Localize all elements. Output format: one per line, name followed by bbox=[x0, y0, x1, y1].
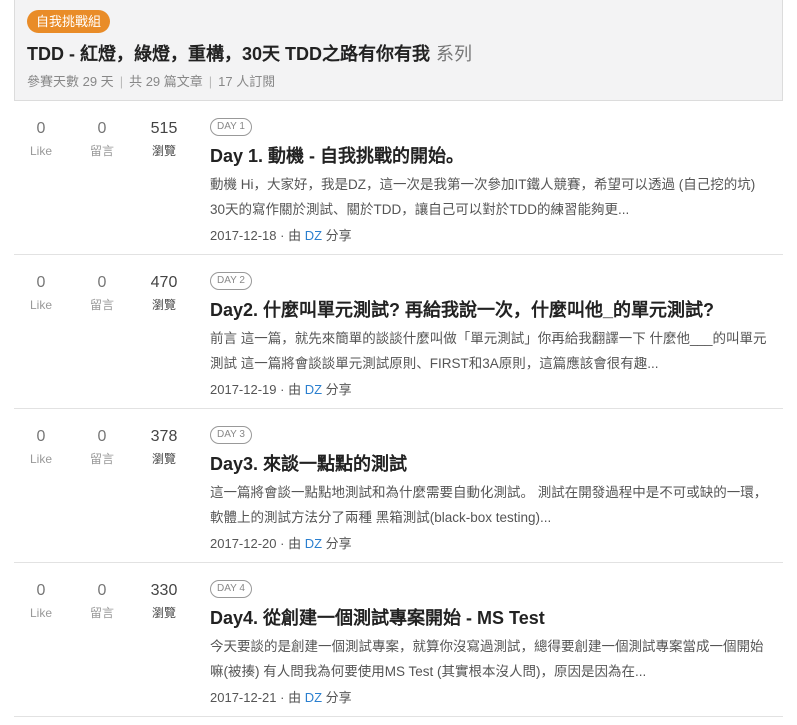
comment-stat: 0 留言 bbox=[74, 273, 130, 315]
views-count: 515 bbox=[150, 120, 178, 137]
by-label: · 由 bbox=[280, 536, 302, 551]
views-stat: 378 瀏覽 bbox=[136, 427, 192, 469]
article-item: 0 Like 0 留言 470 瀏覽 DAY 2 Day2. 什麼叫單元測試? 再給我… bbox=[14, 255, 783, 409]
comment-label: 留言 bbox=[89, 298, 114, 312]
article-meta: 2017-12-19 · 由 DZ 分享 bbox=[210, 379, 352, 398]
like-label: Like bbox=[29, 606, 52, 620]
series-days: 參賽天數 29 天 bbox=[27, 74, 114, 89]
comment-count: 0 bbox=[97, 274, 107, 291]
by-label: · 由 bbox=[280, 382, 302, 397]
views-count: 378 bbox=[150, 428, 178, 445]
article-description: 今天要談的是創建一個測試專案，就算你沒寫過測試，總得要創建一個測試專案當成一個開… bbox=[210, 639, 764, 679]
article-title[interactable]: Day3. 來談一點點的測試 bbox=[210, 450, 407, 476]
views-count: 470 bbox=[150, 274, 178, 291]
like-stat: 0 Like bbox=[13, 427, 69, 469]
by-label: · 由 bbox=[280, 228, 302, 243]
article-title[interactable]: Day2. 什麼叫單元測試? 再給我說一次，什麼叫他_的單元測試? bbox=[210, 296, 714, 322]
views-stat: 515 瀏覽 bbox=[136, 119, 192, 161]
meta-separator: | bbox=[208, 74, 213, 89]
day-tag: DAY 3 bbox=[210, 426, 252, 444]
meta-separator: | bbox=[119, 74, 124, 89]
day-tag: DAY 1 bbox=[210, 118, 252, 136]
comment-label: 留言 bbox=[89, 144, 114, 158]
like-stat: 0 Like bbox=[13, 119, 69, 161]
series-article-count: 共 29 篇文章 bbox=[129, 74, 203, 89]
like-count: 0 bbox=[36, 428, 46, 445]
by-label: · 由 bbox=[280, 690, 302, 705]
like-count: 0 bbox=[36, 274, 46, 291]
like-stat: 0 Like bbox=[13, 273, 69, 315]
views-label: 瀏覽 bbox=[151, 298, 176, 312]
comment-count: 0 bbox=[97, 120, 107, 137]
share-label: 分享 bbox=[325, 536, 352, 551]
article-description: 前言 這一篇，就先來簡單的談談什麼叫做「單元測試」你再給我翻譯一下 什麼他___… bbox=[210, 331, 767, 371]
like-label: Like bbox=[29, 298, 52, 312]
article-date: 2017-12-19 bbox=[210, 382, 277, 397]
like-count: 0 bbox=[36, 582, 46, 599]
day-tag: DAY 2 bbox=[210, 272, 252, 290]
article-item: 0 Like 0 留言 330 瀏覽 DAY 4 Day4. 從創建一個測試專案開始 … bbox=[14, 563, 783, 717]
series-title-text[interactable]: TDD - 紅燈，綠燈，重構，30天 TDD之路有你有我 bbox=[27, 44, 430, 64]
author-link[interactable]: DZ bbox=[305, 228, 322, 243]
views-label: 瀏覽 bbox=[151, 452, 176, 466]
share-label: 分享 bbox=[325, 690, 352, 705]
comment-count: 0 bbox=[97, 582, 107, 599]
article-title[interactable]: Day 1. 動機 - 自我挑戰的開始。 bbox=[210, 142, 464, 168]
article-meta: 2017-12-20 · 由 DZ 分享 bbox=[210, 533, 352, 552]
like-label: Like bbox=[29, 452, 52, 466]
series-title[interactable]: TDD - 紅燈，綠燈，重構，30天 TDD之路有你有我 系列 bbox=[27, 40, 472, 66]
views-stat: 330 瀏覽 bbox=[136, 581, 192, 623]
article-date: 2017-12-21 bbox=[210, 690, 277, 705]
comment-label: 留言 bbox=[89, 606, 114, 620]
share-label: 分享 bbox=[325, 228, 352, 243]
comment-label: 留言 bbox=[89, 452, 114, 466]
article-title[interactable]: Day4. 從創建一個測試專案開始 - MS Test bbox=[210, 604, 545, 630]
series-meta: 參賽天數 29 天 | 共 29 篇文章 | 17 人訂閱 bbox=[27, 71, 275, 90]
like-count: 0 bbox=[36, 120, 46, 137]
comment-stat: 0 留言 bbox=[74, 119, 130, 161]
day-tag: DAY 4 bbox=[210, 580, 252, 598]
views-count: 330 bbox=[150, 582, 178, 599]
author-link[interactable]: DZ bbox=[305, 690, 322, 705]
article-date: 2017-12-18 bbox=[210, 228, 277, 243]
article-date: 2017-12-20 bbox=[210, 536, 277, 551]
article-meta: 2017-12-21 · 由 DZ 分享 bbox=[210, 687, 352, 706]
comment-count: 0 bbox=[97, 428, 107, 445]
series-header: 自我挑戰組 TDD - 紅燈，綠燈，重構，30天 TDD之路有你有我 系列 參賽天… bbox=[14, 0, 783, 101]
like-label: Like bbox=[29, 144, 52, 158]
views-label: 瀏覽 bbox=[151, 144, 176, 158]
article-description: 動機 Hi，大家好，我是DZ，這一次是我第一次參加IT鐵人競賽，希望可以透過 (… bbox=[210, 177, 756, 217]
author-link[interactable]: DZ bbox=[305, 536, 322, 551]
like-stat: 0 Like bbox=[13, 581, 69, 623]
author-link[interactable]: DZ bbox=[305, 382, 322, 397]
article-item: 0 Like 0 留言 515 瀏覽 DAY 1 Day 1. 動機 - 自我挑戰的開… bbox=[14, 101, 783, 255]
comment-stat: 0 留言 bbox=[74, 581, 130, 623]
views-stat: 470 瀏覽 bbox=[136, 273, 192, 315]
article-item: 0 Like 0 留言 378 瀏覽 DAY 3 Day3. 來談一點點的測試 這一篇… bbox=[14, 409, 783, 563]
series-subscribers: 17 人訂閱 bbox=[218, 74, 276, 89]
share-label: 分享 bbox=[325, 382, 352, 397]
series-title-suffix: 系列 bbox=[436, 44, 473, 64]
comment-stat: 0 留言 bbox=[74, 427, 130, 469]
views-label: 瀏覽 bbox=[151, 606, 176, 620]
article-meta: 2017-12-18 · 由 DZ 分享 bbox=[210, 225, 352, 244]
article-description: 這一篇將會談一點點地測試和為什麼需要自動化測試。 測試在開發過程中是不可或缺的一… bbox=[210, 485, 768, 525]
group-badge[interactable]: 自我挑戰組 bbox=[27, 10, 111, 33]
